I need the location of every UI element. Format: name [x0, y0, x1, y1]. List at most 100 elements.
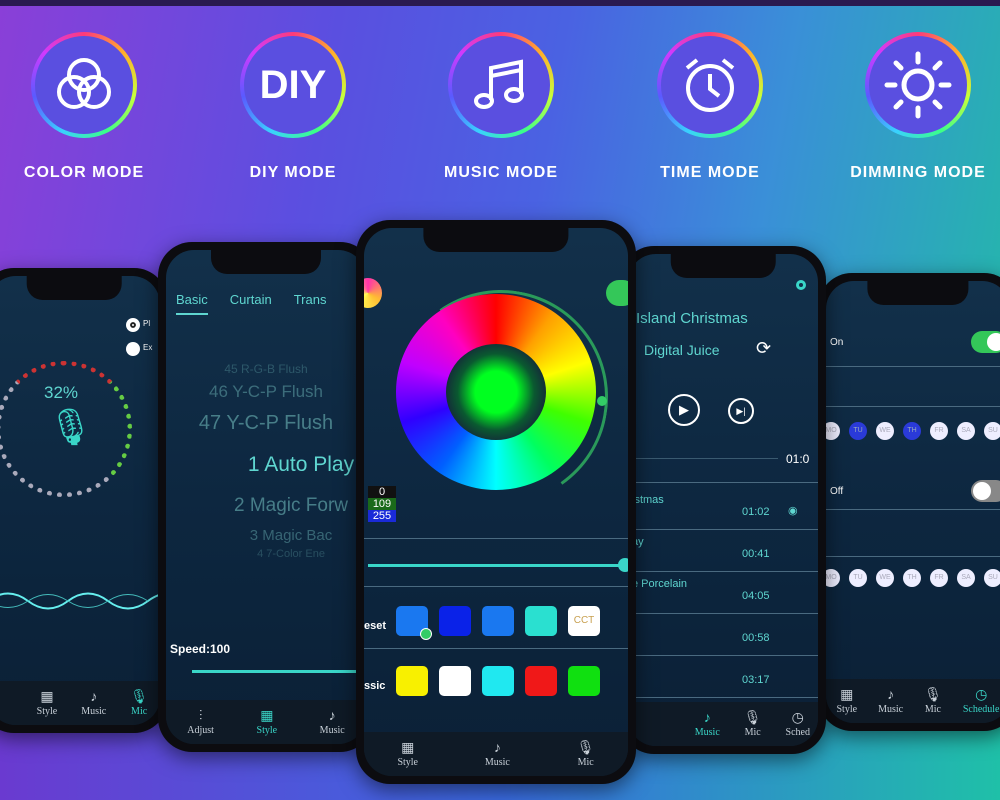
music-icon: ♪ [493, 740, 501, 756]
tab-bar: ♪ Music 🎙 Mic ◷ Sched [628, 702, 818, 746]
color-swatch[interactable] [439, 606, 471, 636]
color-swatch[interactable] [439, 666, 471, 696]
list-item[interactable]: 47 Y-C-P Flush [166, 412, 366, 435]
sound-wave [0, 592, 160, 610]
microphone-icon[interactable]: 🎙 [48, 406, 94, 448]
track-row[interactable]: ay 00:41 [628, 530, 818, 572]
track-list: istmas 01:02 ◉ ay 00:41 e Porcelain 04:05 00… [628, 488, 818, 698]
off-toggle[interactable] [971, 480, 1000, 502]
playing-icon: ◉ [788, 505, 798, 517]
mic-icon: 🎙 [743, 711, 762, 726]
radio-button[interactable] [126, 342, 140, 356]
track-row[interactable]: 00:58 [628, 614, 818, 656]
next-button[interactable]: ▶| [728, 398, 754, 424]
play-button[interactable]: ▶ [668, 394, 700, 426]
repeat-icon[interactable]: ⟳ [756, 338, 771, 359]
music-mode-feature: MUSIC MODE [431, 32, 571, 182]
tab-style[interactable]: ▦ Style [37, 689, 58, 717]
tab-schedule[interactable]: ◷ Schedule [963, 687, 1000, 715]
music-icon: ♪ [328, 708, 336, 724]
tab-music[interactable]: ♪ Music [81, 690, 106, 717]
track-row[interactable]: e Porcelain 04:05 [628, 572, 818, 614]
check-icon [420, 628, 432, 640]
mic-icon: 🎙 [130, 690, 148, 705]
tab-mic[interactable]: 🎙 Mic [577, 740, 595, 768]
tab-music[interactable]: ♪ Music [485, 741, 510, 768]
phone-schedule-screen: On MO TU WE TH FR SA SU Off MO TU WE TH FR SA SU ▦ St… [818, 273, 1000, 731]
color-swatch[interactable] [525, 606, 557, 636]
slider-handle[interactable] [618, 558, 628, 572]
on-days: MO TU WE TH FR SA SU [826, 419, 1000, 440]
top-border [0, 0, 1000, 6]
grid-icon: ▦ [40, 690, 54, 705]
red-value: 0 [368, 486, 396, 498]
radio-button[interactable] [126, 318, 140, 332]
phone-color-screen: 0 109 255 eset CCT ssic ▦ Style ♪ Music 🎙 M… [356, 220, 636, 784]
music-icon: ♪ [703, 710, 711, 726]
diy-mode-feature: DIY DIY MODE [223, 32, 363, 182]
tab-style[interactable]: ▦ Style [257, 708, 278, 736]
grid-icon: ▦ [401, 741, 415, 756]
tab-bar: ▦ Style ♪ Music 🎙 Mic [0, 681, 160, 725]
grid-icon: ▦ [260, 709, 274, 724]
sliders-icon: ⫶ [198, 708, 203, 724]
music-icon: ♪ [887, 687, 895, 703]
tab-basic[interactable]: Basic [176, 292, 208, 315]
speed-slider[interactable] [192, 670, 366, 673]
list-item[interactable]: 45 R-G-B Flush [166, 362, 366, 376]
tab-style[interactable]: ▦ Style [397, 740, 418, 768]
settings-icon[interactable] [796, 280, 806, 290]
power-toggle[interactable] [606, 280, 628, 306]
dimming-mode-feature: DIMMING MODE [848, 32, 988, 182]
music-icon: ♪ [90, 689, 98, 705]
off-days: MO TU WE TH FR SA SU [826, 566, 1000, 587]
tab-trans[interactable]: Trans [294, 292, 327, 315]
tab-music[interactable]: ♪ Music [695, 711, 720, 738]
on-toggle[interactable] [971, 331, 1000, 353]
brightness-slider[interactable] [368, 564, 628, 567]
music-note-icon [452, 36, 550, 134]
tab-bar: ⫶ Adjust ▦ Style ♪ Music [166, 700, 366, 744]
color-swatch[interactable] [396, 666, 428, 696]
tab-music[interactable]: ♪ Music [878, 688, 903, 715]
brightness-handle[interactable] [597, 396, 607, 406]
mic-icon: 🎙 [924, 688, 942, 703]
blue-value: 255 [368, 510, 396, 522]
color-wheel[interactable] [396, 294, 596, 490]
list-item[interactable]: 3 Magic Bac [166, 527, 366, 544]
color-swatch[interactable] [568, 666, 600, 696]
color-swatch[interactable] [482, 606, 514, 636]
tab-music[interactable]: ♪ Music [320, 709, 345, 736]
phone-music-screen: Island Christmas Digital Juice ⟳ ▶ ▶| 01… [620, 246, 826, 754]
time-mode-feature: TIME MODE [640, 32, 780, 182]
color-swatch[interactable] [482, 666, 514, 696]
clock-icon: ◷ [975, 688, 988, 703]
cct-swatch[interactable]: CCT [568, 606, 600, 636]
tab-style[interactable]: ▦ Style [837, 687, 858, 715]
list-item[interactable]: 46 Y-C-P Flush [166, 382, 366, 402]
tab-mic[interactable]: 🎙 Mic [924, 687, 942, 715]
color-swatch[interactable] [396, 606, 432, 640]
tab-bar: ▦ Style ♪ Music 🎙 Mic ◷ Schedule [826, 679, 1000, 723]
tab-schedule[interactable]: ◷ Sched [786, 710, 810, 738]
list-item[interactable]: 2 Magic Forw [166, 495, 366, 517]
color-mode-feature: COLOR MODE [14, 32, 154, 182]
selected-color-center [446, 344, 546, 440]
track-row[interactable]: istmas 01:02 ◉ [628, 488, 818, 530]
tab-bar: ▦ Style ♪ Music 🎙 Mic [364, 732, 628, 776]
alarm-clock-icon [661, 36, 759, 134]
color-preview-icon[interactable] [364, 278, 382, 308]
track-row[interactable]: 03:17 [628, 656, 818, 698]
list-item[interactable]: 4 7-Color Ene [166, 548, 366, 560]
color-swatch[interactable] [525, 666, 557, 696]
tab-mic[interactable]: 🎙 Mic [744, 710, 762, 738]
tab-mic[interactable]: 🎙 Mic [130, 689, 148, 717]
progress-bar[interactable] [628, 458, 778, 459]
tab-adjust[interactable]: ⫶ Adjust [187, 709, 214, 736]
clock-icon: ◷ [791, 711, 804, 726]
phone-mic-screen: Pl Ex 32% 🎙 ▦ Style ♪ Music 🎙 Mic [0, 268, 168, 733]
mic-icon: 🎙 [576, 741, 595, 756]
selected-list-item[interactable]: 1 Auto Play [166, 453, 366, 477]
tab-curtain[interactable]: Curtain [230, 292, 272, 315]
diy-text-icon: DIY [244, 36, 342, 134]
